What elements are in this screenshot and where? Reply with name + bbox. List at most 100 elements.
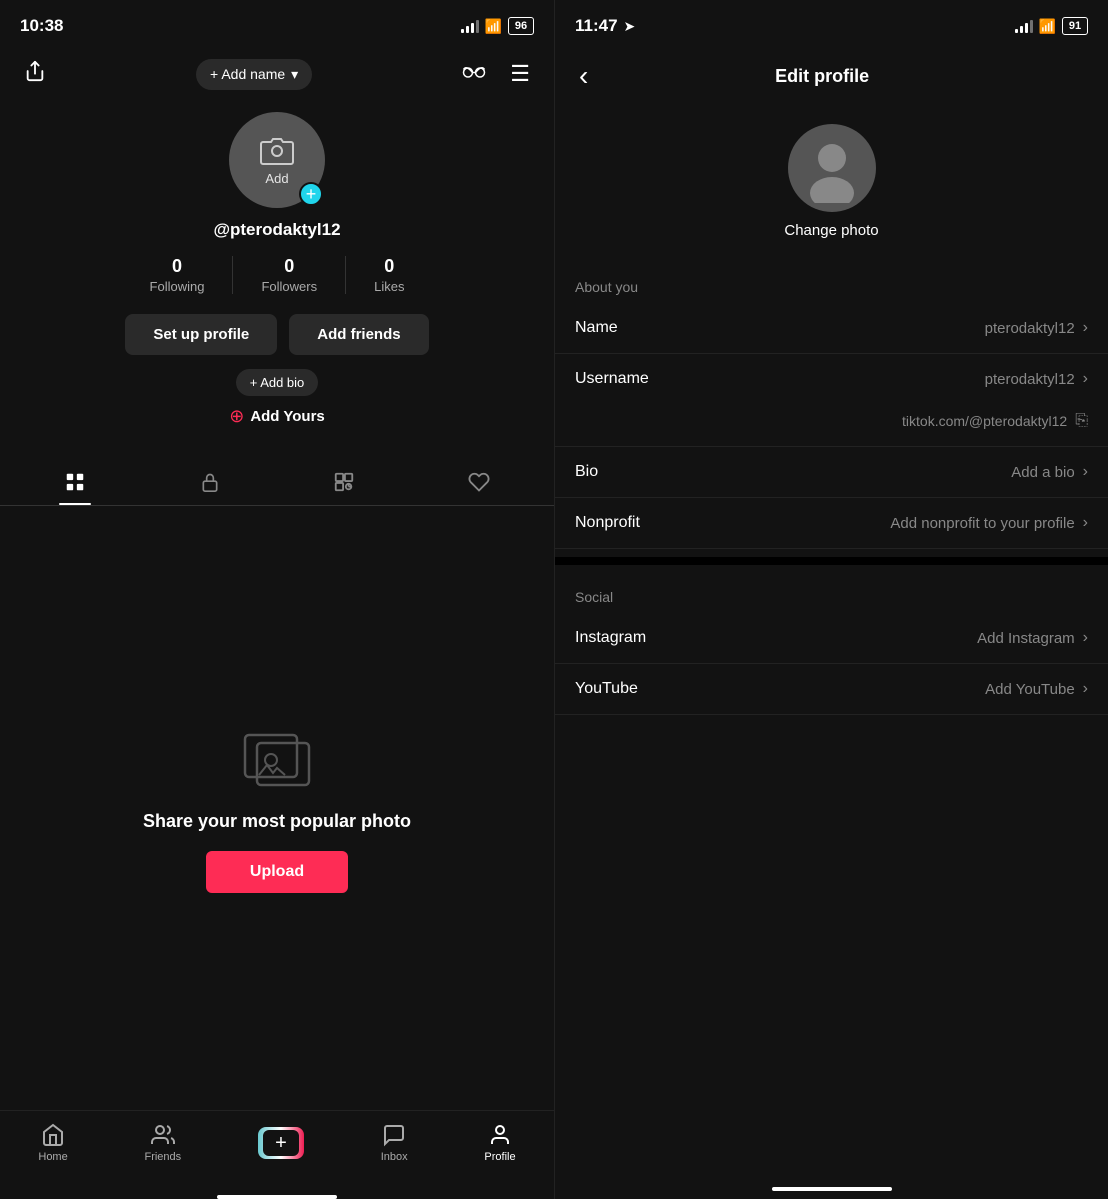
back-button[interactable]: ‹ [575,56,592,96]
avatar-container[interactable]: Add + [229,112,325,208]
edit-profile-header: ‹ Edit profile [555,48,1108,108]
home-label: Home [38,1151,67,1163]
nav-profile[interactable]: Profile [472,1119,527,1167]
add-name-button[interactable]: + Add name ▾ [196,59,312,90]
inbox-label: Inbox [381,1151,408,1163]
avatar-add-label: Add [265,171,288,186]
chevron-right-username-icon: › [1083,370,1088,388]
bio-row[interactable]: Bio Add a bio › [555,447,1108,498]
youtube-value: Add YouTube › [985,680,1088,698]
chevron-right-icon: › [1083,319,1088,337]
about-section-header: About you [555,263,1108,303]
name-row[interactable]: Name pterodaktyl12 › [555,303,1108,354]
change-photo-button[interactable]: Change photo [784,222,878,239]
status-icons-left: 📶 96 [461,17,534,35]
status-icons-right: 📶 91 [1015,17,1088,35]
camera-icon [259,135,295,167]
glasses-icon[interactable] [458,57,490,91]
youtube-row[interactable]: YouTube Add YouTube › [555,664,1108,715]
tiktok-url-row[interactable]: tiktok.com/@pterodaktyl12 ⎘ [555,404,1108,447]
bio-value: Add a bio › [1011,463,1088,481]
left-panel: 10:38 📶 96 + Add name ▾ [0,0,554,1199]
share-title: Share your most popular photo [143,809,411,834]
nav-create[interactable]: + [246,1123,316,1163]
tiktok-url-text: tiktok.com/@pterodaktyl12 [902,413,1067,429]
tab-liked[interactable] [412,459,547,505]
status-bar-right: 11:47 ➤ 📶 91 [555,0,1108,48]
wifi-icon-right: 📶 [1039,18,1056,35]
signal-icon [461,19,479,33]
followers-count: 0 [284,256,294,277]
chevron-right-instagram-icon: › [1083,629,1088,647]
following-label: Following [150,279,205,294]
signal-icon-right [1015,19,1033,33]
wifi-icon: 📶 [485,18,502,35]
battery-icon: 96 [508,17,534,35]
add-bio-button[interactable]: + Add bio [236,369,319,396]
add-yours-row[interactable]: ⊕ Add Yours [229,406,325,427]
youtube-label: YouTube [575,680,638,698]
home-icon [41,1123,65,1147]
nonprofit-label: Nonprofit [575,514,640,532]
time-left: 10:38 [20,16,63,36]
username-value: pterodaktyl12 › [985,370,1088,388]
time-right: 11:47 [575,16,618,36]
profile-buttons: Set up profile Add friends [125,314,428,355]
chevron-right-nonprofit-icon: › [1083,514,1088,532]
top-nav-left: + Add name ▾ ☰ [0,48,554,104]
share-button[interactable] [20,56,50,92]
profile-section: Add + @pterodaktyl12 0 Following 0 Follo… [0,104,554,459]
nonprofit-row[interactable]: Nonprofit Add nonprofit to your profile … [555,498,1108,549]
tab-tag[interactable] [277,459,412,505]
menu-button[interactable]: ☰ [506,57,534,91]
username-row[interactable]: Username pterodaktyl12 › [555,354,1108,404]
copy-icon[interactable]: ⎘ [1075,412,1088,430]
upload-button[interactable]: Upload [206,851,348,893]
add-friends-button[interactable]: Add friends [289,314,428,355]
instagram-value: Add Instagram › [977,629,1088,647]
create-button[interactable]: + [258,1127,304,1159]
nav-home[interactable]: Home [26,1119,79,1167]
profile-icon [488,1123,512,1147]
status-bar-left: 10:38 📶 96 [0,0,554,48]
tabs-row [0,459,554,506]
setup-profile-button[interactable]: Set up profile [125,314,277,355]
username-label: Username [575,370,649,388]
instagram-row[interactable]: Instagram Add Instagram › [555,613,1108,664]
section-divider [555,557,1108,565]
edit-avatar[interactable] [788,124,876,212]
friends-label: Friends [144,1151,181,1163]
nav-friends[interactable]: Friends [132,1119,193,1167]
name-value: pterodaktyl12 › [985,319,1088,337]
bio-label: Bio [575,463,598,481]
chevron-right-bio-icon: › [1083,463,1088,481]
followers-label: Followers [261,279,317,294]
edit-avatar-section: Change photo [555,108,1108,263]
location-icon: ➤ [624,18,636,35]
right-panel: 11:47 ➤ 📶 91 ‹ Edit profile [554,0,1108,1199]
social-section-header: Social [555,573,1108,613]
plus-badge[interactable]: + [299,182,323,206]
tab-lock[interactable] [143,459,278,505]
lock-icon [200,471,220,493]
liked-icon [468,471,490,493]
add-yours-icon: ⊕ [229,406,244,427]
battery-icon-right: 91 [1062,17,1088,35]
chevron-down-icon: ▾ [291,66,298,83]
content-area: Share your most popular photo Upload [0,506,554,1110]
nonprofit-value: Add nonprofit to your profile › [890,514,1088,532]
nav-right-icons: ☰ [458,57,534,91]
nav-inbox[interactable]: Inbox [369,1119,420,1167]
chevron-right-youtube-icon: › [1083,680,1088,698]
tab-grid[interactable] [8,459,143,505]
following-stat[interactable]: 0 Following [122,256,233,294]
bottom-nav: Home Friends + Inbox [0,1110,554,1187]
username: @pterodaktyl12 [213,220,340,240]
followers-stat[interactable]: 0 Followers [232,256,345,294]
likes-label: Likes [374,279,404,294]
likes-stat[interactable]: 0 Likes [345,256,432,294]
add-yours-label: Add Yours [250,408,324,425]
home-indicator-right [772,1187,892,1191]
photo-placeholder-icon [237,723,317,793]
home-indicator-left [217,1195,337,1199]
